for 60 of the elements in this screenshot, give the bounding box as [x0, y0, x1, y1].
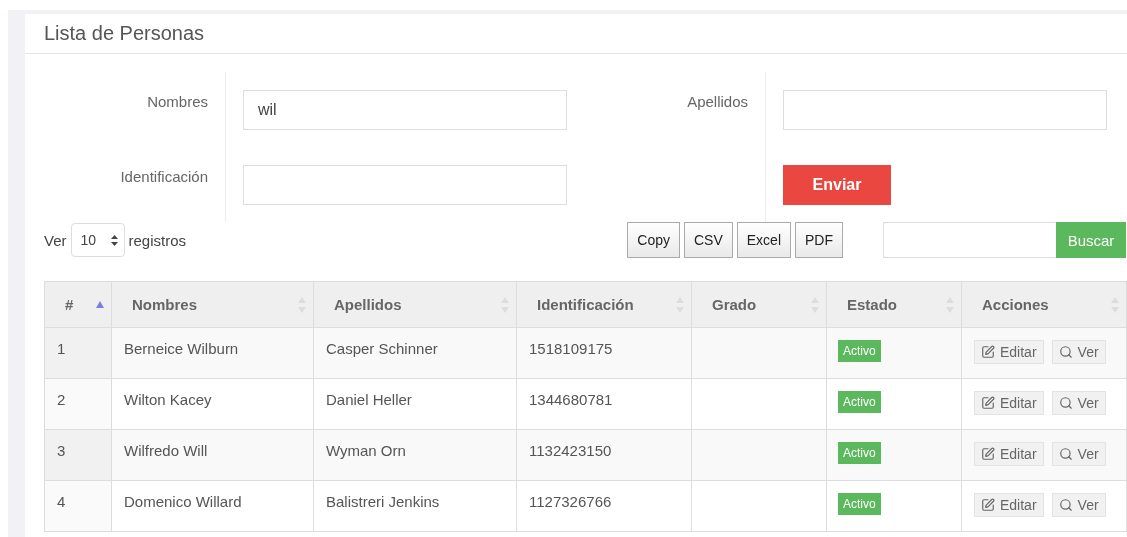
edit-icon	[981, 396, 995, 410]
column-header[interactable]: Estado	[826, 281, 962, 328]
status-badge: Activo	[838, 493, 881, 515]
length-label: registros	[128, 231, 187, 249]
status-badge: Activo	[838, 442, 881, 464]
column-header[interactable]: #	[44, 281, 112, 328]
search-icon	[1058, 396, 1073, 410]
table-cell: 1344680781	[529, 391, 613, 408]
input-field[interactable]	[243, 165, 567, 205]
page-size-select[interactable]: 10	[70, 223, 125, 257]
edit-icon	[981, 345, 995, 359]
table-cell: 1132423150	[529, 442, 612, 459]
updown-icon	[110, 234, 118, 246]
column-header[interactable]: Apellidos	[313, 281, 517, 328]
column-header[interactable]: Grado	[691, 281, 827, 328]
table-cell: 1518109175	[529, 340, 613, 357]
column-header[interactable]: Nombres	[111, 281, 314, 328]
edit-icon	[981, 498, 995, 512]
edit-button[interactable]: Editar	[974, 442, 1044, 466]
search-icon	[1058, 498, 1073, 512]
table-cell: Daniel Heller	[326, 391, 412, 408]
table-cell: Balistreri Jenkins	[326, 493, 440, 510]
view-button[interactable]: Ver	[1051, 340, 1106, 364]
column-header[interactable]: Acciones	[961, 281, 1127, 328]
search-icon	[1058, 345, 1073, 359]
field-label: Nombres	[147, 92, 208, 112]
export-button[interactable]: CSV	[683, 222, 733, 258]
table-cell: 1	[57, 340, 66, 357]
status-badge: Activo	[838, 340, 881, 362]
edit-button[interactable]: Editar	[974, 340, 1044, 364]
export-button[interactable]: PDF	[795, 222, 843, 258]
view-button[interactable]: Ver	[1051, 391, 1106, 415]
input-field[interactable]: wil	[243, 90, 567, 130]
table-cell: 4	[57, 493, 66, 510]
field-label: Apellidos	[687, 92, 748, 112]
table-cell: 1127326766	[529, 493, 612, 510]
table-cell: Wilfredo Will	[124, 442, 208, 459]
table-cell: 3	[57, 442, 66, 459]
search-icon	[1058, 447, 1073, 461]
search-field[interactable]	[883, 222, 1056, 258]
field-label: Identificación	[120, 167, 208, 187]
export-button[interactable]: Excel	[736, 222, 791, 258]
export-button[interactable]: Copy	[627, 222, 680, 258]
edit-button[interactable]: Editar	[974, 391, 1044, 415]
table-cell: 2	[57, 391, 66, 408]
input-field[interactable]	[783, 90, 1107, 130]
panel-title: Lista de Personas	[25, 14, 1127, 54]
edit-button[interactable]: Editar	[974, 493, 1044, 517]
table-cell: Wilton Kacey	[124, 391, 212, 408]
table-cell: Wyman Orn	[326, 442, 406, 459]
view-button[interactable]: Ver	[1051, 493, 1106, 517]
length-label: Ver	[44, 231, 67, 249]
table-cell: Domenico Willard	[124, 493, 242, 510]
table-cell: Berneice Wilburn	[124, 340, 239, 357]
view-button[interactable]: Ver	[1051, 442, 1106, 466]
submit-button[interactable]: Enviar	[783, 165, 891, 205]
edit-icon	[981, 447, 995, 461]
status-badge: Activo	[838, 391, 881, 413]
table-cell: Casper Schinner	[326, 340, 438, 357]
column-header[interactable]: Identificación	[516, 281, 692, 328]
